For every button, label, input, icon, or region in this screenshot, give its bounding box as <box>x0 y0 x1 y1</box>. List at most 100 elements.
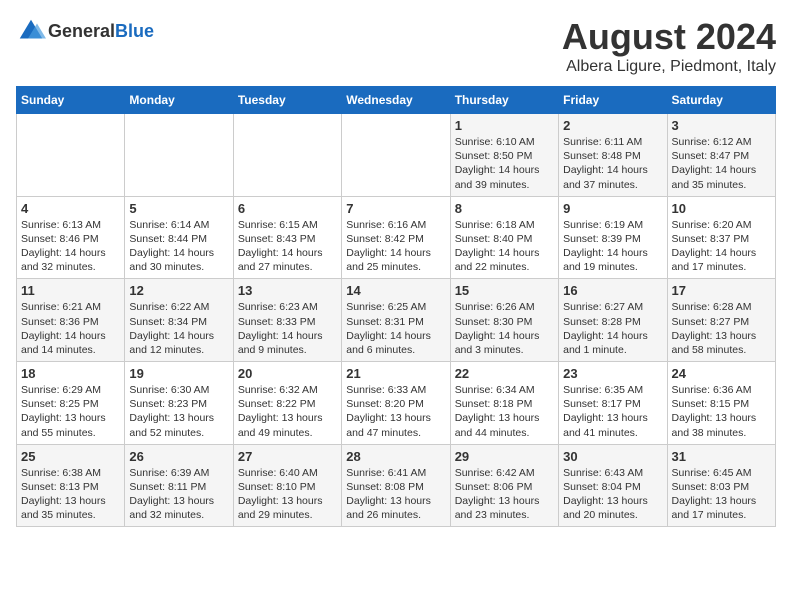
logo-general: General <box>48 21 115 41</box>
day-number: 19 <box>129 366 228 381</box>
calendar-cell: 3 Sunrise: 6:12 AMSunset: 8:47 PMDaylight… <box>667 114 775 197</box>
logo: GeneralBlue <box>16 16 154 46</box>
day-info: Sunrise: 6:18 AMSunset: 8:40 PMDaylight:… <box>455 218 554 275</box>
calendar-table: Sunday Monday Tuesday Wednesday Thursday… <box>16 86 776 527</box>
day-info: Sunrise: 6:36 AMSunset: 8:15 PMDaylight:… <box>672 383 771 440</box>
day-number: 15 <box>455 283 554 298</box>
calendar-header: Sunday Monday Tuesday Wednesday Thursday… <box>17 87 776 114</box>
day-info: Sunrise: 6:23 AMSunset: 8:33 PMDaylight:… <box>238 300 337 357</box>
day-number: 3 <box>672 118 771 133</box>
day-info: Sunrise: 6:15 AMSunset: 8:43 PMDaylight:… <box>238 218 337 275</box>
calendar-cell: 31Sunrise: 6:45 AMSunset: 8:03 PMDayligh… <box>667 444 775 527</box>
main-title: August 2024 <box>562 16 776 58</box>
day-info: Sunrise: 6:20 AMSunset: 8:37 PMDaylight:… <box>672 218 771 275</box>
calendar-cell: 2 Sunrise: 6:11 AMSunset: 8:48 PMDaylight… <box>559 114 667 197</box>
day-info: Sunrise: 6:21 AMSunset: 8:36 PMDaylight:… <box>21 300 120 357</box>
day-info: Sunrise: 6:32 AMSunset: 8:22 PMDaylight:… <box>238 383 337 440</box>
day-info: Sunrise: 6:12 AMSunset: 8:47 PMDaylight:… <box>672 135 771 192</box>
calendar-cell: 1Sunrise: 6:10 AMSunset: 8:50 PMDaylight… <box>450 114 558 197</box>
calendar-cell: 5 Sunrise: 6:14 AMSunset: 8:44 PMDaylight… <box>125 196 233 279</box>
day-info: Sunrise: 6:19 AMSunset: 8:39 PMDaylight:… <box>563 218 662 275</box>
day-info: Sunrise: 6:43 AMSunset: 8:04 PMDaylight:… <box>563 466 662 523</box>
day-info: Sunrise: 6:26 AMSunset: 8:30 PMDaylight:… <box>455 300 554 357</box>
day-info: Sunrise: 6:14 AMSunset: 8:44 PMDaylight:… <box>129 218 228 275</box>
calendar-week-3: 18Sunrise: 6:29 AMSunset: 8:25 PMDayligh… <box>17 362 776 445</box>
day-number: 27 <box>238 449 337 464</box>
day-number: 22 <box>455 366 554 381</box>
day-number: 29 <box>455 449 554 464</box>
calendar-cell: 25 Sunrise: 6:38 AMSunset: 8:13 PMDayligh… <box>17 444 125 527</box>
header-wednesday: Wednesday <box>342 87 450 114</box>
day-info: Sunrise: 6:30 AMSunset: 8:23 PMDaylight:… <box>129 383 228 440</box>
header-sunday: Sunday <box>17 87 125 114</box>
calendar-cell: 24Sunrise: 6:36 AMSunset: 8:15 PMDayligh… <box>667 362 775 445</box>
day-info: Sunrise: 6:42 AMSunset: 8:06 PMDaylight:… <box>455 466 554 523</box>
day-number: 20 <box>238 366 337 381</box>
day-number: 25 <box>21 449 120 464</box>
days-of-week-row: Sunday Monday Tuesday Wednesday Thursday… <box>17 87 776 114</box>
day-info: Sunrise: 6:25 AMSunset: 8:31 PMDaylight:… <box>346 300 445 357</box>
day-number: 13 <box>238 283 337 298</box>
day-number: 7 <box>346 201 445 216</box>
day-info: Sunrise: 6:34 AMSunset: 8:18 PMDaylight:… <box>455 383 554 440</box>
calendar-cell: 9 Sunrise: 6:19 AMSunset: 8:39 PMDaylight… <box>559 196 667 279</box>
calendar-cell: 18Sunrise: 6:29 AMSunset: 8:25 PMDayligh… <box>17 362 125 445</box>
calendar-cell: 26Sunrise: 6:39 AMSunset: 8:11 PMDayligh… <box>125 444 233 527</box>
calendar-cell: 27 Sunrise: 6:40 AMSunset: 8:10 PMDayligh… <box>233 444 341 527</box>
day-info: Sunrise: 6:41 AMSunset: 8:08 PMDaylight:… <box>346 466 445 523</box>
calendar-cell <box>342 114 450 197</box>
logo-text: GeneralBlue <box>48 21 154 42</box>
day-number: 8 <box>455 201 554 216</box>
logo-icon <box>16 16 46 46</box>
calendar-cell: 8 Sunrise: 6:18 AMSunset: 8:40 PMDaylight… <box>450 196 558 279</box>
header-monday: Monday <box>125 87 233 114</box>
day-number: 30 <box>563 449 662 464</box>
calendar-cell: 28Sunrise: 6:41 AMSunset: 8:08 PMDayligh… <box>342 444 450 527</box>
day-number: 16 <box>563 283 662 298</box>
header: GeneralBlue August 2024 Albera Ligure, P… <box>16 16 776 76</box>
calendar-cell: 10 Sunrise: 6:20 AMSunset: 8:37 PMDayligh… <box>667 196 775 279</box>
day-info: Sunrise: 6:40 AMSunset: 8:10 PMDaylight:… <box>238 466 337 523</box>
title-area: August 2024 Albera Ligure, Piedmont, Ita… <box>562 16 776 76</box>
day-number: 14 <box>346 283 445 298</box>
calendar-cell: 16 Sunrise: 6:27 AMSunset: 8:28 PMDayligh… <box>559 279 667 362</box>
day-number: 11 <box>21 283 120 298</box>
calendar-cell <box>125 114 233 197</box>
calendar-cell: 20 Sunrise: 6:32 AMSunset: 8:22 PMDayligh… <box>233 362 341 445</box>
day-number: 2 <box>563 118 662 133</box>
calendar-cell: 12Sunrise: 6:22 AMSunset: 8:34 PMDayligh… <box>125 279 233 362</box>
calendar-cell <box>233 114 341 197</box>
day-info: Sunrise: 6:38 AMSunset: 8:13 PMDaylight:… <box>21 466 120 523</box>
day-number: 9 <box>563 201 662 216</box>
calendar-cell: 23Sunrise: 6:35 AMSunset: 8:17 PMDayligh… <box>559 362 667 445</box>
header-friday: Friday <box>559 87 667 114</box>
calendar-cell: 7Sunrise: 6:16 AMSunset: 8:42 PMDaylight… <box>342 196 450 279</box>
header-saturday: Saturday <box>667 87 775 114</box>
calendar-cell: 21Sunrise: 6:33 AMSunset: 8:20 PMDayligh… <box>342 362 450 445</box>
calendar-week-4: 25 Sunrise: 6:38 AMSunset: 8:13 PMDayligh… <box>17 444 776 527</box>
day-number: 18 <box>21 366 120 381</box>
calendar-cell: 30 Sunrise: 6:43 AMSunset: 8:04 PMDayligh… <box>559 444 667 527</box>
day-info: Sunrise: 6:39 AMSunset: 8:11 PMDaylight:… <box>129 466 228 523</box>
calendar-cell: 6 Sunrise: 6:15 AMSunset: 8:43 PMDaylight… <box>233 196 341 279</box>
day-number: 23 <box>563 366 662 381</box>
day-info: Sunrise: 6:27 AMSunset: 8:28 PMDaylight:… <box>563 300 662 357</box>
day-number: 10 <box>672 201 771 216</box>
day-number: 21 <box>346 366 445 381</box>
calendar-week-1: 4 Sunrise: 6:13 AMSunset: 8:46 PMDaylight… <box>17 196 776 279</box>
day-info: Sunrise: 6:11 AMSunset: 8:48 PMDaylight:… <box>563 135 662 192</box>
calendar-cell <box>17 114 125 197</box>
day-number: 4 <box>21 201 120 216</box>
day-number: 5 <box>129 201 228 216</box>
day-info: Sunrise: 6:13 AMSunset: 8:46 PMDaylight:… <box>21 218 120 275</box>
subtitle: Albera Ligure, Piedmont, Italy <box>562 58 776 76</box>
day-number: 31 <box>672 449 771 464</box>
calendar-week-0: 1Sunrise: 6:10 AMSunset: 8:50 PMDaylight… <box>17 114 776 197</box>
day-info: Sunrise: 6:22 AMSunset: 8:34 PMDaylight:… <box>129 300 228 357</box>
day-number: 17 <box>672 283 771 298</box>
calendar-cell: 4 Sunrise: 6:13 AMSunset: 8:46 PMDaylight… <box>17 196 125 279</box>
day-number: 1 <box>455 118 554 133</box>
calendar-cell: 14 Sunrise: 6:25 AMSunset: 8:31 PMDayligh… <box>342 279 450 362</box>
logo-blue: Blue <box>115 21 154 41</box>
day-number: 6 <box>238 201 337 216</box>
